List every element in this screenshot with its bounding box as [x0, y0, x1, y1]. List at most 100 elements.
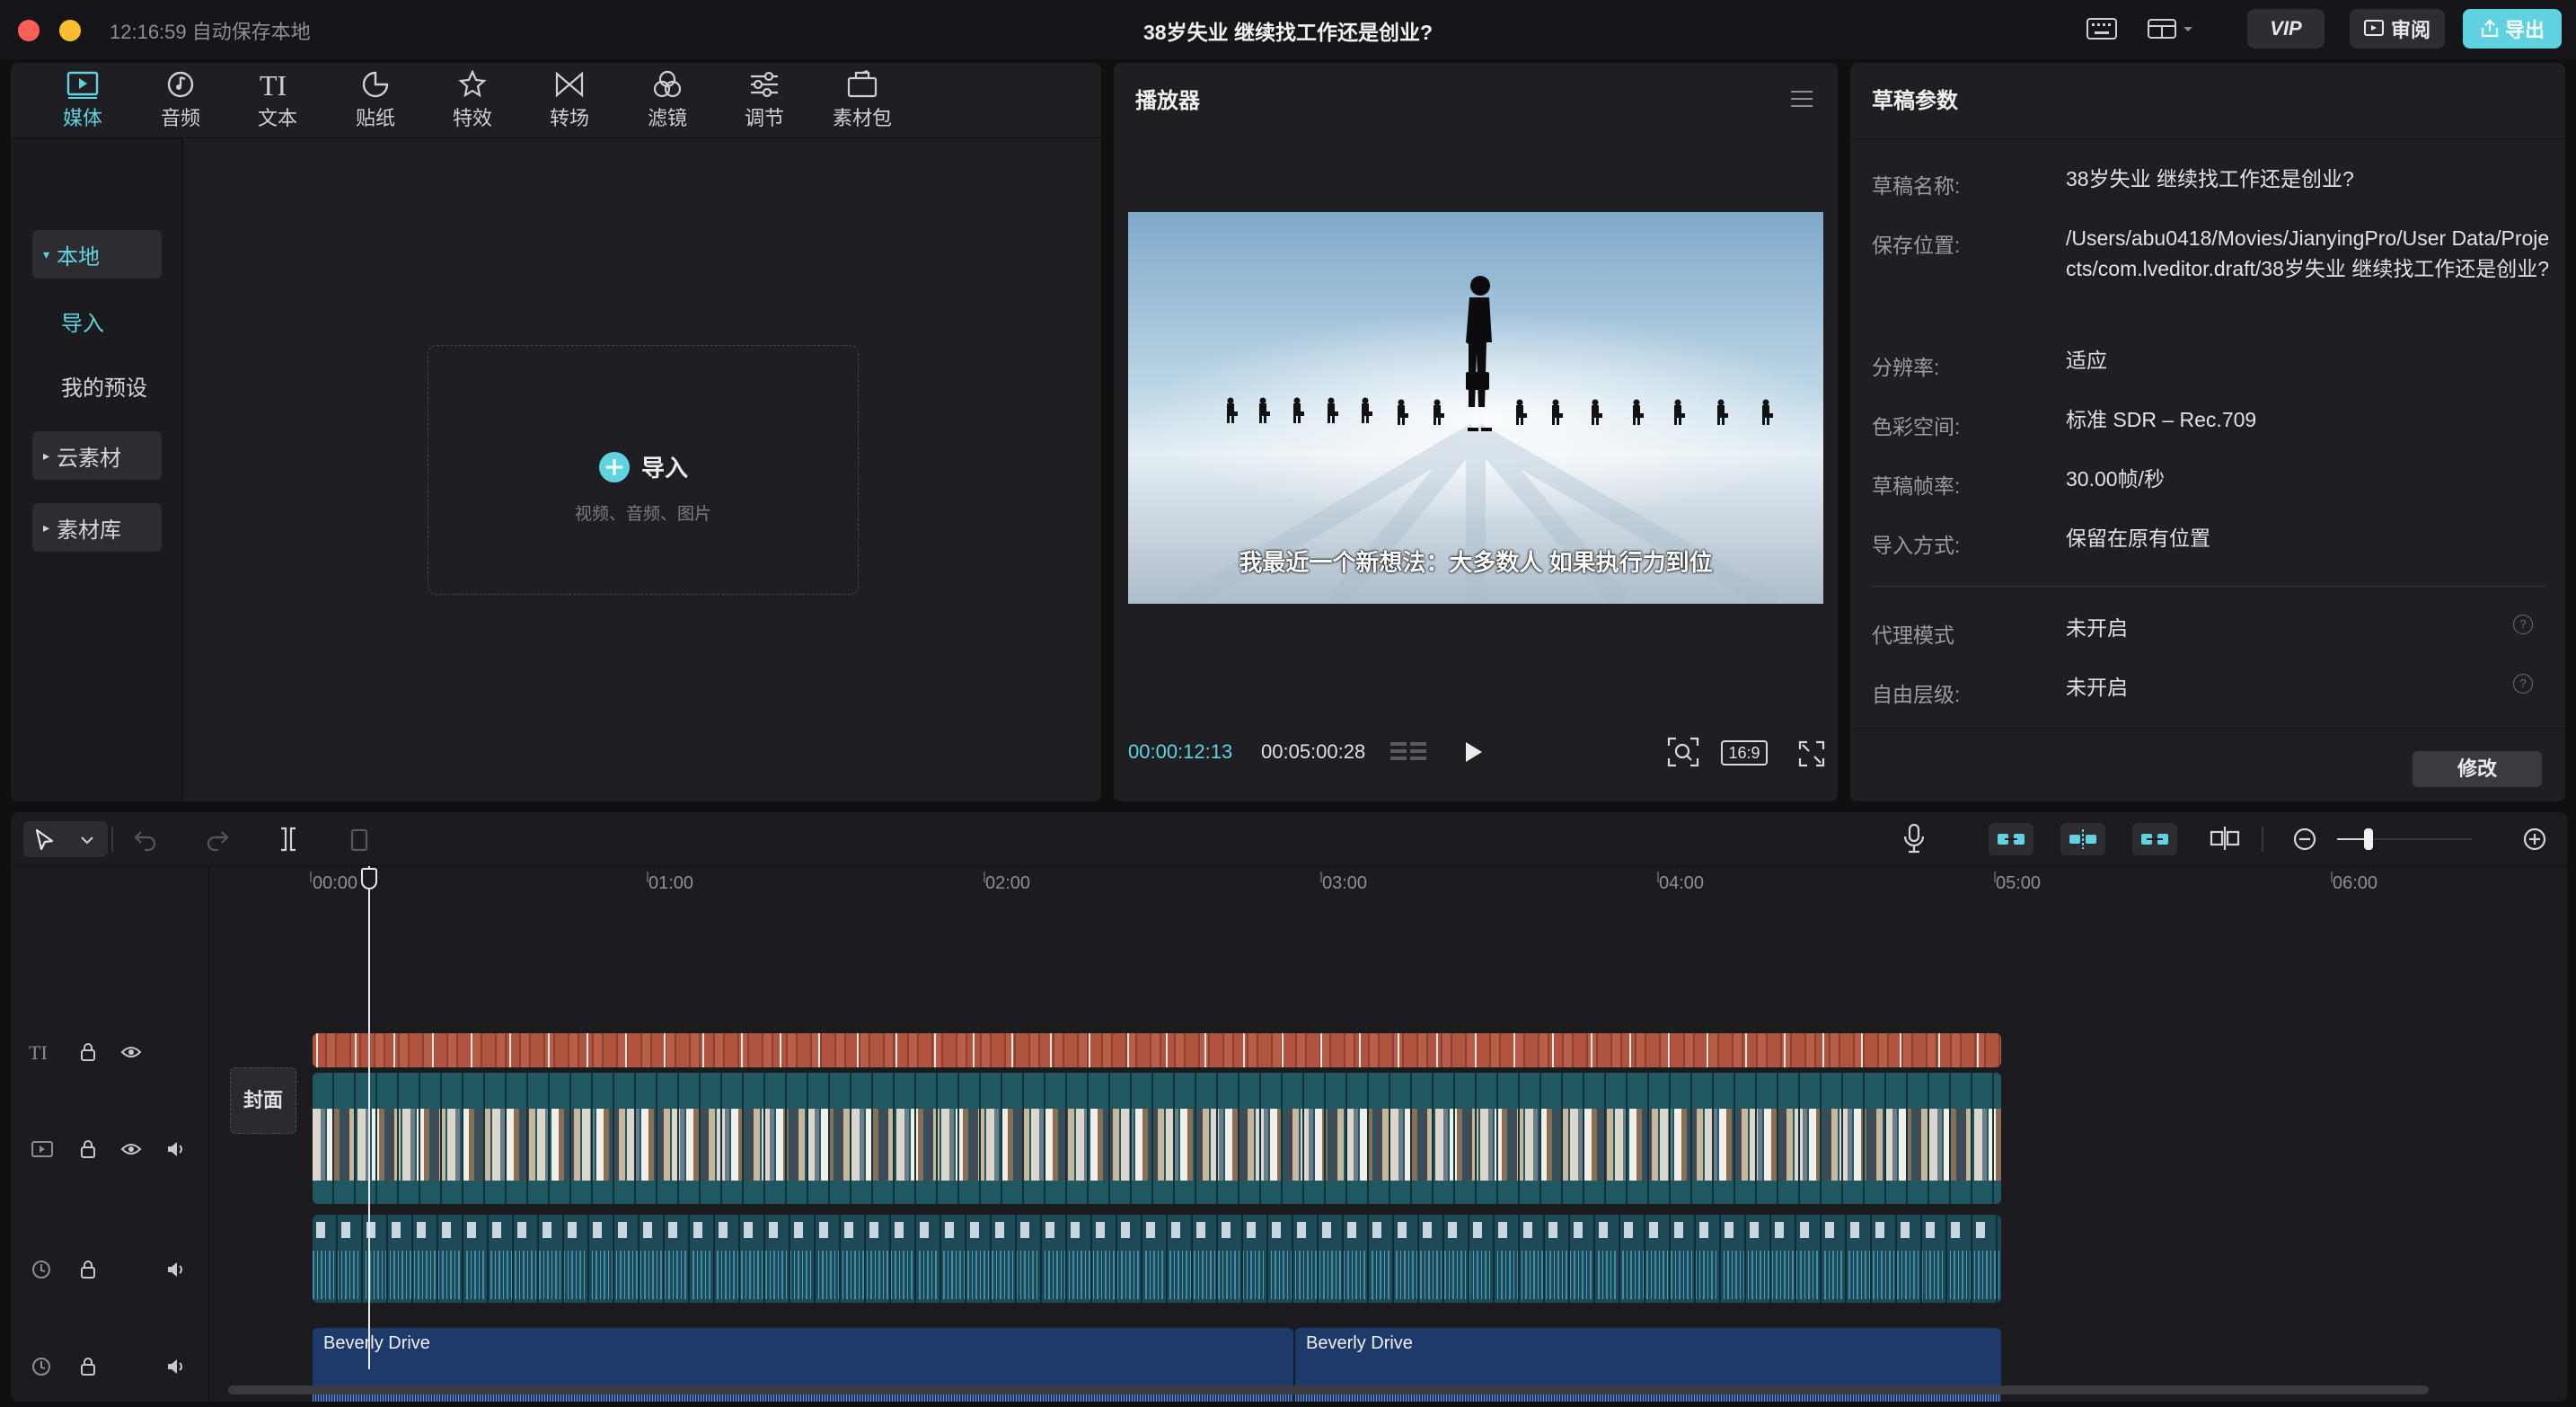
- divider: [1872, 586, 2545, 587]
- tab-package[interactable]: 素材包: [817, 70, 907, 135]
- param-value: 30.00帧/秒: [2066, 467, 2165, 491]
- param-value: 未开启: [2066, 616, 2128, 640]
- sidebar-item-local[interactable]: ▾ 本地: [32, 230, 162, 279]
- music-track-icon: [32, 1358, 50, 1376]
- svg-text:TI: TI: [260, 70, 287, 99]
- zoom-slider[interactable]: [2337, 828, 2472, 850]
- text-track[interactable]: [313, 1033, 2001, 1067]
- player-panel: 播放器 我最近一个新想法：大多数人 如果执行力到位 00:00:12:13 00…: [1114, 63, 1838, 801]
- export-label: 导出: [2504, 19, 2545, 41]
- playhead-handle[interactable]: [361, 868, 377, 889]
- volume-icon[interactable]: [165, 1139, 187, 1159]
- eye-icon[interactable]: [120, 1139, 142, 1159]
- param-value: 标准 SDR – Rec.709: [2066, 408, 2257, 431]
- param-label: 草稿帧率:: [1872, 474, 1961, 498]
- horizontal-scrollbar[interactable]: [228, 1385, 2429, 1394]
- lock-icon[interactable]: [79, 1357, 97, 1376]
- select-tool-button[interactable]: [23, 821, 108, 857]
- linkage-button[interactable]: [2132, 823, 2177, 855]
- auto-snap-button[interactable]: [2060, 823, 2105, 855]
- help-icon[interactable]: ?: [2513, 674, 2533, 694]
- tab-adjust[interactable]: 调节: [719, 70, 809, 135]
- transition-icon: [555, 71, 584, 98]
- timeline-toolbar: [11, 812, 2567, 866]
- title-bar: 12:16:59 自动保存本地 38岁失业 继续找工作还是创业? VIP 审阅 …: [0, 0, 2576, 59]
- tab-label: 调节: [744, 107, 784, 129]
- aspect-ratio-button[interactable]: 16:9: [1721, 740, 1768, 765]
- tab-effects[interactable]: 特效: [428, 70, 517, 135]
- effects-icon: [458, 70, 487, 98]
- zoom-in-icon[interactable]: [2522, 827, 2547, 852]
- delete-icon[interactable]: [348, 827, 370, 852]
- sidebar-item-label: 本地: [57, 244, 101, 270]
- lock-icon[interactable]: [79, 1139, 97, 1159]
- audio-track-header: [29, 1260, 187, 1279]
- import-dropzone[interactable]: 导入 视频、音频、图片: [428, 345, 859, 595]
- main-track-magnet-button[interactable]: [1989, 823, 2033, 855]
- draft-params-title: 草稿参数: [1872, 89, 1958, 113]
- lock-icon[interactable]: [79, 1260, 97, 1279]
- tab-label: 音频: [160, 107, 200, 129]
- param-label: 代理模式: [1872, 624, 1954, 647]
- sidebar-item-label: 云素材: [57, 446, 122, 471]
- vip-button[interactable]: VIP: [2247, 9, 2325, 49]
- tab-label: 文本: [257, 107, 297, 129]
- video-track-header: [29, 1139, 187, 1159]
- tab-filter[interactable]: 滤镜: [622, 70, 712, 135]
- sidebar-item-presets[interactable]: 我的预设: [50, 361, 176, 410]
- playhead[interactable]: [368, 866, 370, 1369]
- split-icon[interactable]: [277, 827, 300, 852]
- fullscreen-icon[interactable]: [1798, 740, 1825, 767]
- param-value: 保留在原有位置: [2066, 527, 2210, 550]
- export-button[interactable]: 导出: [2463, 9, 2562, 49]
- tab-sticker[interactable]: 贴纸: [331, 70, 420, 135]
- modify-button[interactable]: 修改: [2413, 751, 2542, 787]
- text-clip-markers: [313, 1033, 2001, 1067]
- lock-icon[interactable]: [79, 1042, 97, 1062]
- sidebar-item-import[interactable]: 导入: [50, 296, 180, 345]
- audio-track[interactable]: [313, 1215, 2001, 1303]
- zoom-out-icon[interactable]: [2292, 827, 2317, 852]
- text-icon: TI: [260, 70, 287, 99]
- media-sidebar: ▾ 本地 导入 我的预设 ▸ 云素材 ▸ 素材库: [11, 138, 183, 801]
- layout-icon[interactable]: [2145, 9, 2199, 49]
- project-title: 38岁失业 继续找工作还是创业?: [1142, 21, 1434, 44]
- volume-icon[interactable]: [165, 1357, 187, 1376]
- timeline-view-icon[interactable]: [1389, 739, 1430, 765]
- tab-text[interactable]: TI 文本: [233, 70, 322, 135]
- filter-icon: [653, 70, 682, 98]
- music-track-header: [29, 1357, 187, 1376]
- adjust-icon: [751, 71, 778, 98]
- video-preview[interactable]: 我最近一个新想法：大多数人 如果执行力到位: [1128, 212, 1823, 604]
- cover-button[interactable]: 封面: [230, 1067, 296, 1134]
- help-icon[interactable]: ?: [2513, 615, 2533, 634]
- tab-label: 媒体: [62, 107, 102, 129]
- undo-icon[interactable]: [133, 827, 158, 852]
- keyboard-icon[interactable]: [2082, 9, 2122, 49]
- tab-audio[interactable]: 音频: [136, 70, 225, 135]
- tab-transition[interactable]: 转场: [525, 70, 614, 135]
- microphone-icon[interactable]: [1902, 823, 1926, 854]
- zoom-slider-handle[interactable]: [2364, 828, 2373, 850]
- eye-icon[interactable]: [120, 1042, 142, 1062]
- sidebar-item-library[interactable]: ▸ 素材库: [32, 503, 162, 552]
- volume-icon[interactable]: [165, 1260, 187, 1279]
- menu-icon[interactable]: [1789, 88, 1814, 110]
- close-window-button[interactable]: [18, 20, 40, 41]
- tracks-area: 封面 Beverly Drive Beverly Drive: [210, 866, 2567, 1402]
- total-time: 00:05:00:28: [1261, 740, 1366, 763]
- video-track[interactable]: [313, 1073, 2001, 1204]
- sidebar-item-cloud[interactable]: ▸ 云素材: [32, 431, 162, 480]
- play-icon[interactable]: [1462, 740, 1484, 764]
- review-button[interactable]: 审阅: [2350, 9, 2445, 49]
- import-label: 导入: [640, 455, 688, 482]
- screenshot-icon[interactable]: [1667, 737, 1699, 767]
- minimize-window-button[interactable]: [59, 20, 81, 41]
- media-icon: [66, 71, 99, 99]
- tab-label: 转场: [549, 107, 589, 129]
- tab-media[interactable]: 媒体: [38, 70, 128, 135]
- param-label: 导入方式:: [1872, 534, 1961, 557]
- caret-down-icon: ▾: [43, 246, 50, 261]
- preview-axis-icon[interactable]: [2210, 825, 2240, 852]
- redo-icon[interactable]: [205, 827, 230, 852]
